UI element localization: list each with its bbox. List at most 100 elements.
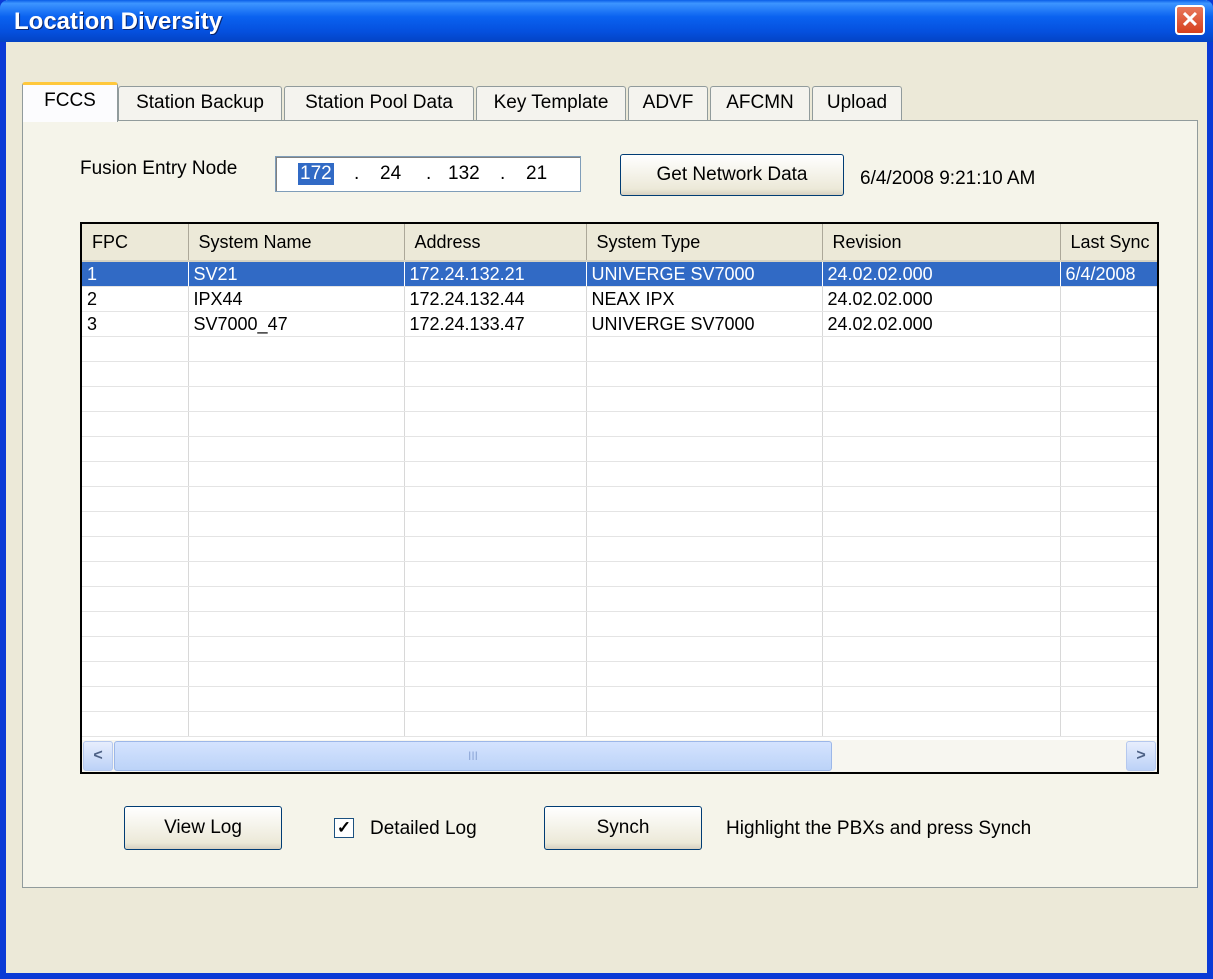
- tab-station-pool-data[interactable]: Station Pool Data: [284, 86, 474, 120]
- empty-cell: [822, 361, 1061, 387]
- empty-cell: [188, 636, 405, 662]
- empty-cell: [404, 461, 587, 487]
- empty-cell: [188, 486, 405, 512]
- ip-octet-1[interactable]: 172: [298, 163, 334, 185]
- synch-hint: Highlight the PBXs and press Synch: [726, 818, 1032, 839]
- empty-cell: [188, 686, 405, 712]
- empty-cell: [82, 486, 189, 512]
- empty-cell: [1060, 411, 1157, 437]
- empty-cell: [404, 411, 587, 437]
- table-cell: 24.02.02.000: [822, 311, 1061, 337]
- empty-cell: [404, 536, 587, 562]
- table-cell: 2: [82, 286, 189, 312]
- tab-afcmn[interactable]: AFCMN: [710, 86, 810, 120]
- empty-cell: [404, 436, 587, 462]
- empty-cell: [586, 611, 823, 637]
- tab-advf[interactable]: ADVF: [628, 86, 708, 120]
- empty-cell: [1060, 386, 1157, 412]
- grid-header-row: FPC System Name Address System Type Revision…: [82, 224, 1157, 262]
- table-cell: 172.24.132.44: [404, 286, 587, 312]
- empty-cell: [188, 536, 405, 562]
- empty-cell: [404, 611, 587, 637]
- table-cell: [1060, 311, 1157, 337]
- empty-cell: [188, 561, 405, 587]
- empty-cell: [1060, 711, 1157, 737]
- scroll-thumb[interactable]: III: [114, 741, 832, 771]
- column-header[interactable]: Address: [404, 224, 587, 262]
- empty-cell: [586, 661, 823, 687]
- empty-cell: [1060, 486, 1157, 512]
- horizontal-scrollbar[interactable]: < III >: [82, 740, 1157, 772]
- table-row[interactable]: 1 SV21 172.24.132.21 UNIVERGE SV7000 24.02.0…: [82, 261, 1157, 287]
- column-header[interactable]: System Type: [586, 224, 823, 262]
- empty-cell: [82, 411, 189, 437]
- empty-cell: [404, 586, 587, 612]
- tab-station-backup[interactable]: Station Backup: [118, 86, 282, 120]
- empty-cell: [586, 461, 823, 487]
- column-header[interactable]: System Name: [188, 224, 405, 262]
- empty-cell: [1060, 586, 1157, 612]
- table-cell: 172.24.132.21: [404, 261, 587, 287]
- empty-cell: [404, 636, 587, 662]
- empty-row: [82, 361, 1157, 387]
- ip-separator-2: .: [426, 163, 432, 184]
- empty-cell: [1060, 436, 1157, 462]
- ip-separator-3: .: [500, 163, 506, 184]
- empty-row: [82, 586, 1157, 612]
- table-cell: SV7000_47: [188, 311, 405, 337]
- detailed-log-checkbox[interactable]: ✓: [334, 818, 354, 838]
- empty-cell: [404, 386, 587, 412]
- empty-cell: [586, 511, 823, 537]
- column-header[interactable]: Revision: [822, 224, 1061, 262]
- get-network-data-button[interactable]: Get Network Data: [620, 154, 844, 196]
- empty-cell: [1060, 536, 1157, 562]
- ip-octet-4[interactable]: 21: [526, 163, 547, 185]
- empty-row: [82, 686, 1157, 712]
- tab-key-template[interactable]: Key Template: [476, 86, 626, 120]
- ip-address-field[interactable]: 172 . 24 . 132 . 21: [275, 156, 581, 192]
- ip-octet-3[interactable]: 132: [448, 163, 480, 185]
- empty-row: [82, 711, 1157, 737]
- empty-cell: [1060, 686, 1157, 712]
- detailed-log-label: Detailed Log: [370, 818, 477, 839]
- empty-cell: [586, 386, 823, 412]
- empty-cell: [822, 661, 1061, 687]
- table-row[interactable]: 2 IPX44 172.24.132.44 NEAX IPX 24.02.02.000: [82, 286, 1157, 312]
- scroll-right-button[interactable]: >: [1126, 741, 1156, 771]
- empty-cell: [586, 636, 823, 662]
- empty-cell: [822, 386, 1061, 412]
- empty-row: [82, 611, 1157, 637]
- table-cell: 3: [82, 311, 189, 337]
- scroll-left-button[interactable]: <: [83, 741, 113, 771]
- empty-cell: [586, 686, 823, 712]
- empty-cell: [82, 561, 189, 587]
- empty-row: [82, 336, 1157, 362]
- title-bar[interactable]: Location Diversity ✕: [0, 0, 1213, 42]
- chevron-right-icon: >: [1136, 747, 1146, 764]
- empty-cell: [404, 336, 587, 362]
- ip-octet-2[interactable]: 24: [380, 163, 401, 185]
- synch-button[interactable]: Synch: [544, 806, 702, 850]
- empty-cell: [188, 611, 405, 637]
- empty-cell: [82, 436, 189, 462]
- empty-row: [82, 561, 1157, 587]
- column-header[interactable]: FPC: [82, 224, 189, 262]
- close-button[interactable]: ✕: [1175, 5, 1205, 35]
- empty-cell: [822, 561, 1061, 587]
- empty-cell: [1060, 461, 1157, 487]
- view-log-button[interactable]: View Log: [124, 806, 282, 850]
- empty-row: [82, 536, 1157, 562]
- column-header[interactable]: Last Sync: [1060, 224, 1157, 262]
- table-cell: 24.02.02.000: [822, 286, 1061, 312]
- tab-fccs[interactable]: FCCS: [22, 82, 118, 122]
- empty-cell: [822, 336, 1061, 362]
- table-row[interactable]: 3 SV7000_47 172.24.133.47 UNIVERGE SV7000 24…: [82, 311, 1157, 337]
- empty-cell: [404, 686, 587, 712]
- empty-cell: [404, 361, 587, 387]
- empty-cell: [586, 436, 823, 462]
- empty-cell: [82, 386, 189, 412]
- empty-cell: [586, 536, 823, 562]
- empty-cell: [188, 711, 405, 737]
- tab-upload[interactable]: Upload: [812, 86, 902, 120]
- empty-cell: [822, 636, 1061, 662]
